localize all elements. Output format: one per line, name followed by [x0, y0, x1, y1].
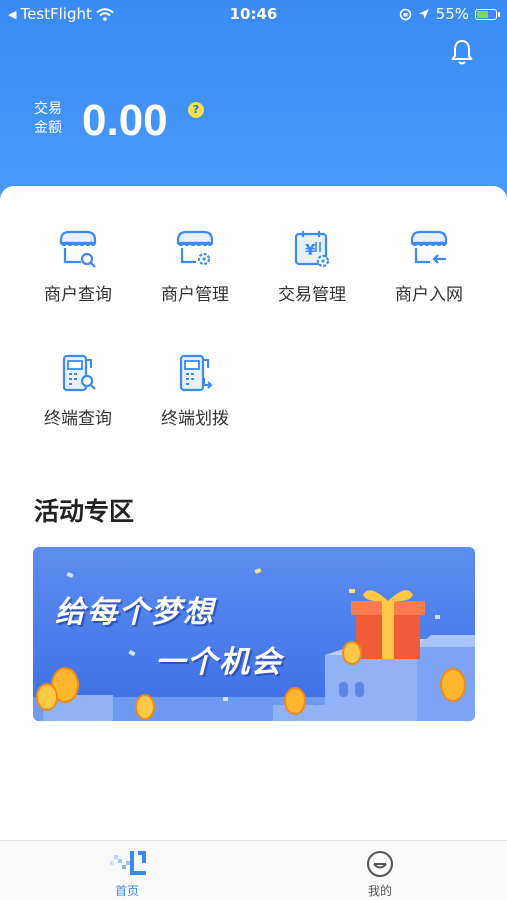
merchant-manage-icon: [176, 230, 214, 266]
svg-text:¥: ¥: [305, 241, 316, 259]
menu-item-merchant-search[interactable]: 商户查询: [20, 228, 136, 305]
terminal-search-icon: [62, 354, 96, 392]
banner-headline-2: 一个机会: [155, 645, 283, 680]
menu-item-transaction-manage[interactable]: ¥ 交易管理: [254, 228, 370, 305]
status-right: 55%: [399, 5, 500, 23]
transaction-manage-icon: ¥: [294, 231, 330, 268]
menu-item-terminal-search[interactable]: 终端查询: [20, 352, 136, 429]
tab-mine-label: 我的: [367, 884, 392, 898]
tab-bar: 首页 我的: [0, 840, 507, 900]
menu-label: 商户查询: [44, 285, 112, 305]
terminal-transfer-icon: [179, 354, 213, 392]
tab-home[interactable]: 首页: [67, 849, 187, 899]
amount-label: 交易金额: [34, 101, 62, 136]
activity-section-title: 活动专区: [34, 497, 135, 526]
merchant-onboard-icon: [410, 230, 448, 264]
menu-label: 终端划拨: [161, 409, 229, 429]
amount-value: 0.00: [82, 96, 168, 145]
activity-banner[interactable]: 给每个梦想 一个机会: [33, 547, 475, 721]
menu-label: 交易管理: [278, 285, 346, 305]
help-icon[interactable]: ?: [188, 102, 204, 118]
merchant-search-icon: [59, 230, 97, 268]
tab-mine[interactable]: 我的: [320, 849, 440, 899]
banner-artwork: [33, 568, 475, 721]
tab-home-label: 首页: [114, 884, 139, 898]
menu-item-merchant-onboard[interactable]: 商户入网: [371, 228, 487, 305]
banner-headline-1: 给每个梦想: [55, 595, 215, 630]
menu-label: 商户入网: [395, 285, 463, 305]
bell-icon[interactable]: [449, 38, 475, 66]
battery-icon: [475, 8, 500, 20]
home-logo-icon: [110, 851, 146, 875]
status-bar: ◀ TestFlight 10:46 55%: [0, 0, 507, 28]
menu-label: 商户管理: [161, 285, 229, 305]
battery-percent: 55%: [435, 5, 469, 23]
menu-item-terminal-transfer[interactable]: 终端划拨: [137, 352, 253, 429]
location-icon: [418, 9, 429, 19]
orientation-lock-icon: [399, 8, 411, 20]
menu-item-merchant-manage[interactable]: 商户管理: [137, 228, 253, 305]
smile-face-icon: [367, 851, 393, 877]
menu-label: 终端查询: [44, 409, 112, 429]
